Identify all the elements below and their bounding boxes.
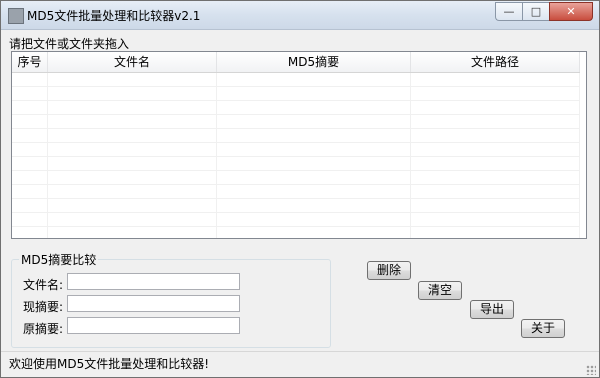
table-row: [12, 143, 580, 157]
table-cell: [217, 157, 411, 170]
table-row: [12, 185, 580, 199]
clear-button[interactable]: 清空: [418, 281, 462, 300]
table-cell: [411, 199, 580, 212]
original-digest-label: 原摘要:: [22, 322, 63, 336]
table-cell: [217, 185, 411, 198]
table-cell: [411, 157, 580, 170]
table-cell: [48, 129, 217, 142]
caption-buttons: — □ ✕: [495, 2, 593, 21]
drop-area-label: 请把文件或文件夹拖入: [9, 37, 130, 51]
maximize-icon: □: [530, 5, 542, 18]
table-cell: [411, 185, 580, 198]
table-cell: [12, 87, 48, 100]
export-button[interactable]: 导出: [470, 300, 514, 319]
main-window: MD5文件批量处理和比较器v2.1 — □ ✕ 请把文件或文件夹拖入 序号 文件…: [0, 0, 600, 378]
table-cell: [217, 213, 411, 226]
table-row: [12, 129, 580, 143]
file-list[interactable]: 序号 文件名 MD5摘要 文件路径: [11, 51, 587, 239]
table-row: [12, 213, 580, 227]
table-cell: [12, 129, 48, 142]
app-icon: [8, 8, 24, 24]
table-row: [12, 157, 580, 171]
table-cell: [48, 171, 217, 184]
table-cell: [217, 101, 411, 114]
table-cell: [48, 199, 217, 212]
table-cell: [48, 185, 217, 198]
table-cell: [48, 101, 217, 114]
table-row: [12, 87, 580, 101]
table-cell: [48, 87, 217, 100]
table-cell: [12, 213, 48, 226]
table-cell: [411, 87, 580, 100]
delete-button[interactable]: 删除: [367, 261, 411, 280]
table-cell: [12, 227, 48, 238]
table-cell: [12, 101, 48, 114]
table-cell: [48, 115, 217, 128]
table-cell: [12, 115, 48, 128]
file-list-header: 序号 文件名 MD5摘要 文件路径: [12, 52, 580, 73]
file-list-rows: [12, 73, 580, 238]
table-cell: [217, 143, 411, 156]
table-cell: [12, 199, 48, 212]
window-title: MD5文件批量处理和比较器v2.1: [27, 9, 201, 23]
table-cell: [217, 129, 411, 142]
current-digest-label: 现摘要:: [22, 300, 63, 314]
table-cell: [217, 87, 411, 100]
table-cell: [411, 171, 580, 184]
column-header-md5[interactable]: MD5摘要: [217, 52, 411, 72]
resize-grip-icon[interactable]: [586, 365, 596, 375]
table-row: [12, 171, 580, 185]
original-digest-field[interactable]: [67, 317, 240, 334]
md5-compare-group-title: MD5摘要比较: [19, 251, 99, 268]
table-cell: [12, 185, 48, 198]
maximize-button[interactable]: □: [522, 2, 549, 21]
table-cell: [48, 213, 217, 226]
table-row: [12, 115, 580, 129]
table-cell: [217, 115, 411, 128]
status-text: 欢迎使用MD5文件批量处理和比较器!: [9, 357, 210, 371]
filename-field[interactable]: [67, 273, 240, 290]
minimize-icon: —: [503, 5, 515, 18]
status-bar: 欢迎使用MD5文件批量处理和比较器!: [1, 351, 599, 377]
table-row: [12, 199, 580, 213]
table-cell: [217, 199, 411, 212]
table-row: [12, 101, 580, 115]
table-cell: [411, 101, 580, 114]
column-header-filename[interactable]: 文件名: [48, 52, 217, 72]
table-cell: [411, 129, 580, 142]
minimize-button[interactable]: —: [495, 2, 522, 21]
table-cell: [12, 143, 48, 156]
column-header-index[interactable]: 序号: [12, 52, 48, 72]
column-header-path[interactable]: 文件路径: [411, 52, 580, 72]
title-bar[interactable]: MD5文件批量处理和比较器v2.1 — □ ✕: [1, 1, 599, 30]
close-button[interactable]: ✕: [549, 2, 593, 21]
table-cell: [48, 143, 217, 156]
table-cell: [411, 213, 580, 226]
table-cell: [12, 157, 48, 170]
table-cell: [48, 157, 217, 170]
table-cell: [12, 73, 48, 86]
table-row: [12, 227, 580, 238]
filename-label: 文件名:: [22, 278, 63, 292]
table-row: [12, 73, 580, 87]
table-cell: [411, 227, 580, 238]
table-cell: [48, 73, 217, 86]
close-icon: ✕: [566, 5, 576, 18]
table-cell: [217, 227, 411, 238]
table-cell: [217, 171, 411, 184]
table-cell: [411, 73, 580, 86]
table-cell: [12, 171, 48, 184]
table-cell: [48, 227, 217, 238]
current-digest-field[interactable]: [67, 295, 240, 312]
table-cell: [411, 115, 580, 128]
about-button[interactable]: 关于: [521, 319, 565, 338]
table-cell: [217, 73, 411, 86]
table-cell: [411, 143, 580, 156]
